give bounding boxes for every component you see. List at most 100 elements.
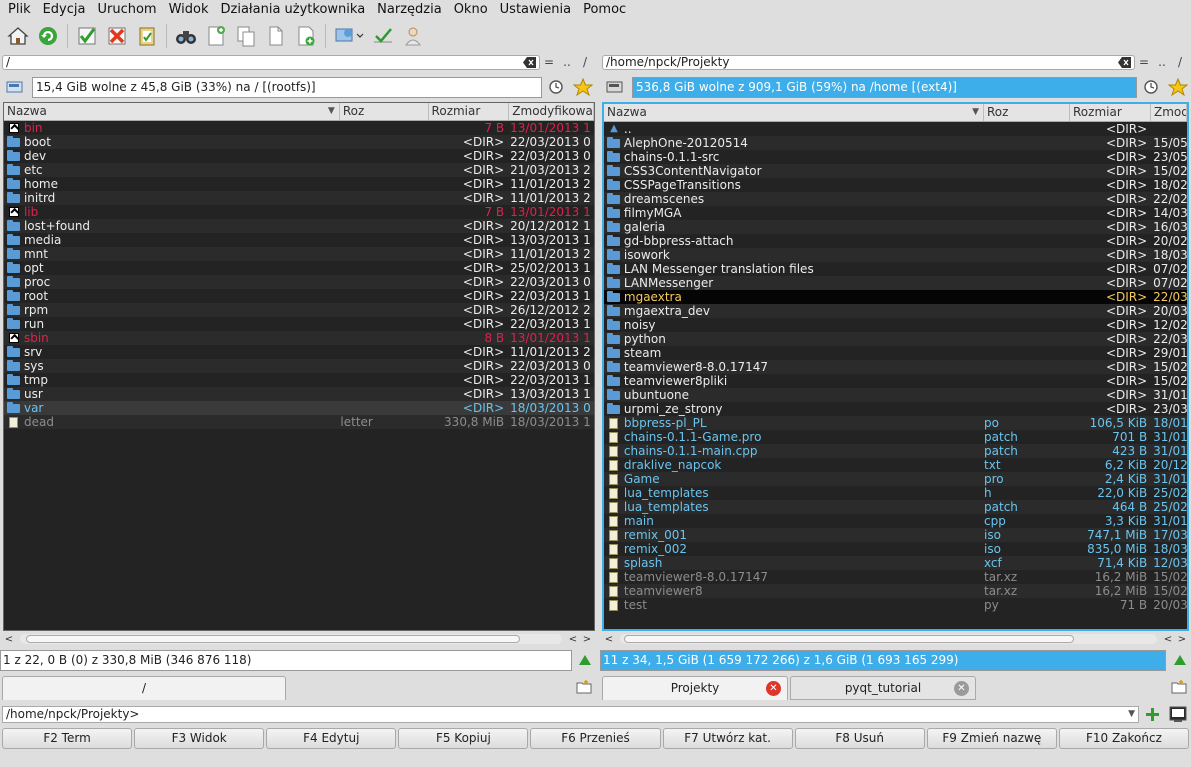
file-row[interactable]: python <DIR> 22/03 <box>604 332 1187 346</box>
file-row[interactable]: lost+found <DIR> 20/12/2012 1 <box>4 219 594 233</box>
file-row[interactable]: mnt <DIR> 11/01/2013 2 <box>4 247 594 261</box>
file-row[interactable]: ubuntuone <DIR> 31/01 <box>604 388 1187 402</box>
copy-button[interactable] <box>232 22 260 50</box>
right-tab-pyqt-tutorial[interactable]: pyqt_tutorial ✕ <box>790 676 976 700</box>
file-row[interactable]: CSSPageTransitions <DIR> 18/02 <box>604 178 1187 192</box>
file-row[interactable]: Game pro 2,4 KiB 31/01 <box>604 472 1187 486</box>
file-row[interactable]: LANMessenger <DIR> 07/02 <box>604 276 1187 290</box>
right-horizontal-scrollbar[interactable]: < < > <box>602 633 1189 645</box>
file-row[interactable]: home <DIR> 11/01/2013 2 <box>4 177 594 191</box>
sync-button[interactable] <box>369 22 397 50</box>
file-row[interactable]: etc <DIR> 21/03/2013 2 <box>4 163 594 177</box>
file-row[interactable]: remix_001 iso 747,1 MiB 17/03 <box>604 528 1187 542</box>
home-button[interactable] <box>4 22 32 50</box>
new-tab-folder-icon[interactable] <box>576 680 592 694</box>
file-row[interactable]: splash xcf 71,4 KiB 12/03 <box>604 556 1187 570</box>
new-folder-button[interactable] <box>292 22 320 50</box>
file-row[interactable]: dev <DIR> 22/03/2013 0 <box>4 149 594 163</box>
file-row[interactable]: steam <DIR> 29/01 <box>604 346 1187 360</box>
user-button[interactable] <box>399 22 427 50</box>
right-root-button[interactable]: / <box>1171 55 1189 69</box>
refresh-button[interactable] <box>34 22 62 50</box>
f3-view-button[interactable]: F3 Widok <box>134 728 265 749</box>
file-row[interactable]: teamviewer8 tar.xz 16,2 MiB 15/02 <box>604 584 1187 598</box>
file-row[interactable]: noisy <DIR> 12/02 <box>604 318 1187 332</box>
f6-move-button[interactable]: F6 Przenieś <box>530 728 661 749</box>
right-media-button[interactable] <box>604 77 628 97</box>
clear-icon[interactable] <box>1118 56 1131 68</box>
file-row[interactable]: mgaextra_dev <DIR> 20/03 <box>604 304 1187 318</box>
menu-uruchom[interactable]: Uruchom <box>91 0 162 20</box>
file-row[interactable]: main cpp 3,3 KiB 31/01 <box>604 514 1187 528</box>
scroll-thumb[interactable] <box>624 635 1074 643</box>
file-row[interactable]: teamviewer8-8.0.17147 <DIR> 15/02 <box>604 360 1187 374</box>
file-row[interactable]: isowork <DIR> 18/03 <box>604 248 1187 262</box>
clear-icon[interactable] <box>523 56 536 68</box>
f9-rename-button[interactable]: F9 Zmień nazwę <box>926 728 1057 749</box>
file-row[interactable]: sbin 8 B 13/01/2013 1 <box>4 331 594 345</box>
file-row[interactable]: filmyMGA <DIR> 14/03 <box>604 206 1187 220</box>
file-row[interactable]: chains-0.1.1-Game.pro patch 701 B 31/01 <box>604 430 1187 444</box>
file-row[interactable]: sys <DIR> 22/03/2013 0 <box>4 359 594 373</box>
menu-dzialania[interactable]: Działania użytkownika <box>215 0 372 20</box>
file-row[interactable]: chains-0.1.1-src <DIR> 23/05 <box>604 150 1187 164</box>
menu-widok[interactable]: Widok <box>163 0 215 20</box>
column-size[interactable]: Rozmiar <box>1070 104 1151 121</box>
file-row[interactable]: lua_templates patch 464 B 25/02 <box>604 500 1187 514</box>
menu-okno[interactable]: Okno <box>448 0 494 20</box>
file-row[interactable]: test py 71 B 20/03 <box>604 598 1187 612</box>
file-row[interactable]: teamviewer8pliki <DIR> 15/02 <box>604 374 1187 388</box>
left-root-button[interactable]: / <box>576 55 594 69</box>
f8-delete-button[interactable]: F8 Usuń <box>794 728 925 749</box>
left-sync-eq-button[interactable]: = <box>540 55 558 69</box>
file-row[interactable]: mgaextra <DIR> 22/03 <box>604 290 1187 304</box>
menu-plik[interactable]: Plik <box>2 0 37 20</box>
menu-narzedzia[interactable]: Narzędzia <box>371 0 448 20</box>
file-row[interactable]: tmp <DIR> 22/03/2013 1 <box>4 373 594 387</box>
network-dropdown-button[interactable] <box>331 22 367 50</box>
chevron-down-icon[interactable]: ▼ <box>1128 707 1135 722</box>
add-icon[interactable] <box>1145 707 1160 722</box>
command-line-input[interactable]: /home/npck/Projekty> ▼ <box>2 706 1139 723</box>
scroll-track[interactable] <box>620 634 1157 644</box>
scroll-thumb[interactable] <box>26 635 520 643</box>
file-row[interactable]: root <DIR> 22/03/2013 1 <box>4 289 594 303</box>
file-row[interactable]: remix_002 iso 835,0 MiB 18/03 <box>604 542 1187 556</box>
menu-edycja[interactable]: Edycja <box>37 0 92 20</box>
f5-copy-button[interactable]: F5 Kopiuj <box>398 728 529 749</box>
left-path-input[interactable]: / <box>2 54 540 70</box>
file-row[interactable]: gd-bbpress-attach <DIR> 20/02 <box>604 234 1187 248</box>
file-row[interactable]: boot <DIR> 22/03/2013 0 <box>4 135 594 149</box>
right-bookmarks-button[interactable] <box>1167 77 1189 97</box>
file-row[interactable]: teamviewer8-8.0.17147 tar.xz 16,2 MiB 15/02 <box>604 570 1187 584</box>
left-bookmarks-button[interactable] <box>572 77 594 97</box>
scroll-left-icon[interactable]: < <box>602 634 616 645</box>
left-tab-root[interactable]: / <box>2 676 286 700</box>
search-button[interactable] <box>172 22 200 50</box>
left-horizontal-scrollbar[interactable]: < < > <box>2 633 594 645</box>
f10-quit-button[interactable]: F10 Zakończ <box>1058 728 1189 749</box>
column-date[interactable]: Zmodyfikowa <box>509 103 594 120</box>
left-parent-button[interactable]: .. <box>558 55 576 69</box>
file-row[interactable]: urpmi_ze_strony <DIR> 23/03 <box>604 402 1187 416</box>
file-row[interactable]: srv <DIR> 11/01/2013 2 <box>4 345 594 359</box>
up-arrow-icon[interactable] <box>1173 654 1187 666</box>
new-tab-folder-icon[interactable] <box>1171 680 1187 694</box>
file-row[interactable]: chains-0.1.1-main.cpp patch 423 B 31/01 <box>604 444 1187 458</box>
file-row[interactable]: dead letter 330,8 MiB 18/03/2013 1 <box>4 415 594 429</box>
right-path-input[interactable]: /home/npck/Projekty <box>602 54 1135 70</box>
file-row[interactable]: lua_templates h 22,0 KiB 25/02 <box>604 486 1187 500</box>
f4-edit-button[interactable]: F4 Edytuj <box>266 728 397 749</box>
column-ext[interactable]: Roz <box>340 103 429 120</box>
left-file-panel[interactable]: Nazwa ▼ Roz Rozmiar Zmodyfikowa bin 7 B 13/… <box>3 102 595 631</box>
scroll-track[interactable] <box>20 634 562 644</box>
unselect-all-button[interactable] <box>103 22 131 50</box>
new-file-button[interactable] <box>202 22 230 50</box>
scroll-right-icon[interactable]: > <box>1175 634 1189 645</box>
close-tab-icon[interactable]: ✕ <box>766 681 781 696</box>
right-history-button[interactable] <box>1141 77 1163 97</box>
file-row[interactable]: var <DIR> 18/03/2013 0 <box>4 401 594 415</box>
column-ext[interactable]: Roz <box>984 104 1070 121</box>
menu-pomoc[interactable]: Pomoc <box>577 0 632 20</box>
close-tab-icon[interactable]: ✕ <box>954 681 969 696</box>
